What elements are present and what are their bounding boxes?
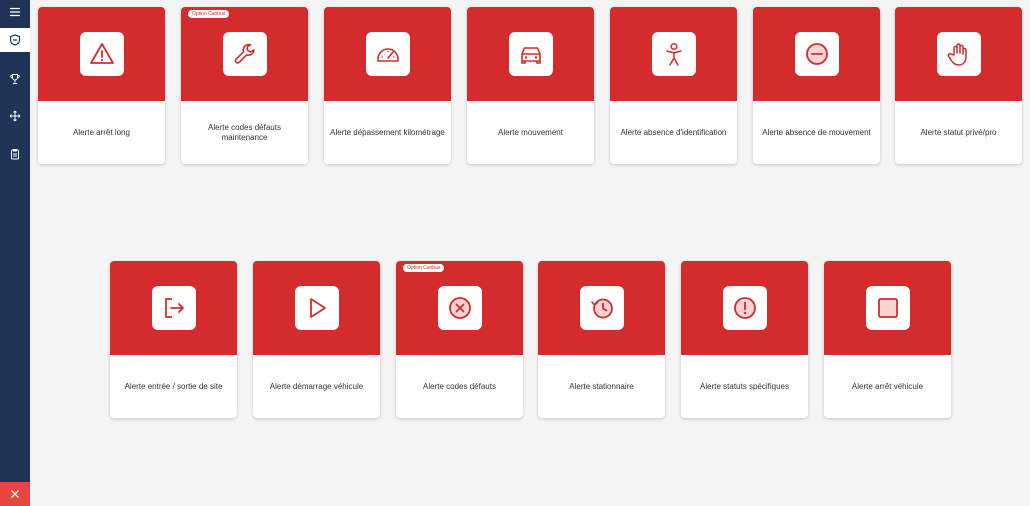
alert-card-absence-mouvement[interactable]: Alerte absence de mouvement [753, 7, 880, 164]
menu-icon [10, 7, 20, 17]
card-label: Alerte absence de mouvement [762, 127, 871, 137]
option-canbus-badge: Option Canbus [188, 10, 230, 18]
alert-card-codes-defauts[interactable]: Option Canbus Alerte codes défauts [396, 261, 523, 418]
menu-button[interactable] [0, 0, 30, 24]
alert-card-stationnaire[interactable]: Alerte stationnaire [538, 261, 665, 418]
card-label: Alerte entrée / sortie de site [124, 381, 223, 391]
exit-icon [165, 298, 184, 318]
alert-card-statut-prive-pro[interactable]: Alerte statut privé/pro [895, 7, 1022, 164]
card-label: Alerte démarrage véhicule [269, 381, 364, 391]
alert-card-entree-sortie-site[interactable]: Alerte entrée / sortie de site [110, 261, 237, 418]
alert-card-codes-defauts-maintenance[interactable]: Option Canbus Alerte codes défauts maint… [181, 7, 308, 164]
x-circle-icon [449, 297, 471, 319]
warning-icon [90, 43, 114, 64]
close-icon [11, 490, 19, 498]
card-label: Alerte codes défauts [423, 381, 496, 391]
alert-card-absence-identification[interactable]: Alerte absence d'identification [610, 7, 737, 164]
alert-card-demarrage-vehicule[interactable]: Alerte démarrage véhicule [253, 261, 380, 418]
alert-card-arret-vehicule[interactable]: Alerte arrêt véhicule [824, 261, 951, 418]
sidebar-item-trophy[interactable] [0, 67, 30, 91]
trophy-icon [10, 74, 20, 84]
card-label: Alerte absence d'identification [620, 127, 727, 137]
card-label: Alerte dépassement kilométrage [330, 127, 445, 137]
card-label: Alerte arrêt véhicule [851, 381, 924, 391]
alert-card-mouvement[interactable]: Alerte mouvement [467, 7, 594, 164]
card-label: Alerte stationnaire [569, 381, 634, 391]
minus-circle-icon [806, 43, 828, 65]
card-label: Alerte statut privé/pro [920, 127, 997, 137]
card-label: Alerte codes défauts maintenance [208, 122, 281, 142]
car-icon [521, 47, 541, 64]
hand-icon [947, 43, 967, 66]
shield-icon [9, 34, 21, 46]
sidebar-item-alerts[interactable] [0, 28, 30, 52]
play-icon [310, 298, 326, 318]
history-icon [591, 298, 613, 319]
card-label: Alerte mouvement [498, 127, 563, 137]
close-button[interactable] [0, 482, 30, 506]
alert-card-arret-long[interactable]: Alerte arrêt long [38, 7, 165, 164]
alert-card-depassement-kilometrage[interactable]: Alerte dépassement kilométrage [324, 7, 451, 164]
card-label: Alerte statuts spécifiques [700, 381, 789, 391]
card-label: Alerte arrêt long [73, 127, 130, 137]
person-icon [666, 42, 682, 66]
sidebar-item-clipboard[interactable] [0, 142, 30, 166]
move-icon [9, 110, 21, 122]
sidebar [0, 0, 30, 506]
stop-icon [878, 298, 898, 318]
wrench-icon [234, 43, 255, 64]
sidebar-item-move[interactable] [0, 104, 30, 128]
alert-card-statuts-specifiques[interactable]: Alerte statuts spécifiques [681, 261, 808, 418]
option-canbus-badge: Option Canbus [403, 264, 445, 272]
speedometer-icon [377, 48, 399, 62]
exclamation-circle-icon [734, 297, 756, 319]
clipboard-icon [11, 149, 19, 160]
